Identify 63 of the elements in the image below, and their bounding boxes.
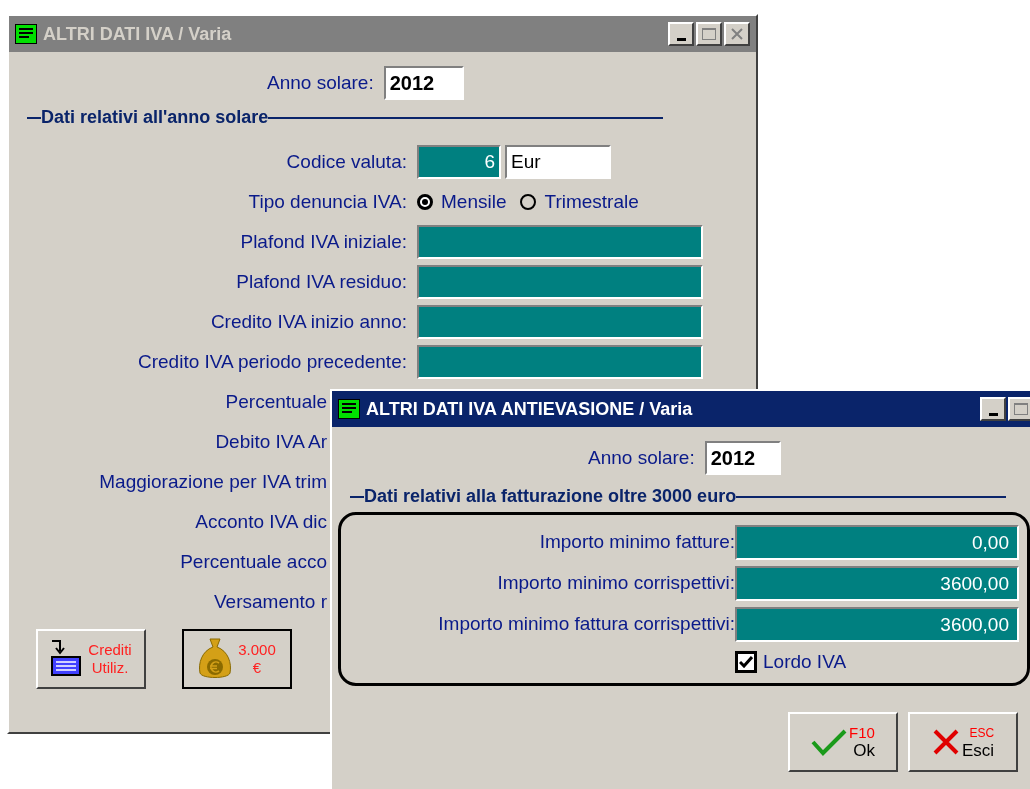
money-bag-icon xyxy=(198,637,233,681)
form-icon xyxy=(15,24,37,44)
section-heading: Dati relativi alla fatturazione oltre 3000 euro xyxy=(364,485,737,508)
minimize-button[interactable] xyxy=(980,397,1006,421)
amount-field[interactable]: 3600,00 xyxy=(735,607,1019,642)
field-label: Credito IVA inizio anno: xyxy=(209,309,407,334)
checkbox-option[interactable]: Lordo IVA xyxy=(735,648,1027,677)
maximize-icon xyxy=(1014,403,1028,415)
minimize-button[interactable] xyxy=(668,22,694,46)
amount-field[interactable] xyxy=(417,305,703,339)
window-title: ALTRI DATI IVA / Varia xyxy=(43,22,232,46)
button-label: Crediti Utiliz. xyxy=(88,641,132,677)
field-label: Importo minimo fatture: xyxy=(538,530,735,555)
year-label: Anno solare: xyxy=(588,445,695,470)
amount-field[interactable]: 3600,00 xyxy=(735,566,1019,601)
minimize-icon xyxy=(676,38,686,41)
field-label: Maggiorazione per IVA trim xyxy=(98,469,327,494)
close-button[interactable] xyxy=(724,22,750,46)
check-icon xyxy=(739,656,753,669)
button-label: Ok xyxy=(853,741,875,760)
amount-field[interactable] xyxy=(417,345,703,379)
field-label: Percentuale acco xyxy=(179,549,327,574)
checkbox[interactable] xyxy=(735,651,757,674)
year-field[interactable]: 2012 xyxy=(383,66,464,100)
shortcut-key: F10 xyxy=(849,723,875,742)
section-heading: Dati relativi all'anno solare xyxy=(41,106,269,129)
amount-field[interactable] xyxy=(417,225,703,259)
radio-option[interactable]: Trimestrale xyxy=(520,187,639,217)
maximize-icon xyxy=(702,28,716,40)
field-label: Tipo denuncia IVA: xyxy=(247,189,407,214)
year-label: Anno solare: xyxy=(267,70,374,95)
amount-field[interactable]: 0,00 xyxy=(735,525,1019,560)
checkmark-icon xyxy=(811,727,848,756)
radio-button[interactable] xyxy=(520,194,537,210)
currency-code-field[interactable]: 6 xyxy=(417,145,501,179)
field-label: Importo minimo corrispettivi: xyxy=(496,571,735,596)
maximize-button[interactable] xyxy=(1008,397,1030,421)
field-label: Importo minimo fattura corrispettivi: xyxy=(437,612,735,637)
cross-icon xyxy=(931,727,960,756)
list-arrow-icon xyxy=(50,639,83,679)
exit-button[interactable]: ESC Esci xyxy=(908,711,1018,772)
button-label: 3.000 € xyxy=(238,641,276,677)
window-title: ALTRI DATI IVA ANTIEVASIONE / Varia xyxy=(366,397,693,421)
radio-button[interactable] xyxy=(417,194,433,210)
close-icon xyxy=(731,28,743,40)
maximize-button[interactable] xyxy=(696,22,722,46)
field-label: Percentuale xyxy=(224,389,327,414)
field-label: Codice valuta: xyxy=(285,149,407,174)
field-label: Debito IVA Ar xyxy=(214,429,327,454)
year-field[interactable]: 2012 xyxy=(704,441,781,475)
field-label: Plafond IVA iniziale: xyxy=(239,229,407,254)
amount-field[interactable] xyxy=(417,265,703,299)
field-label: Acconto IVA dic xyxy=(194,509,327,534)
minimize-icon xyxy=(988,413,998,416)
form-icon xyxy=(338,399,360,419)
field-label: Plafond IVA residuo: xyxy=(235,269,407,294)
ok-button[interactable]: F10 Ok xyxy=(788,711,898,772)
field-label: Versamento r xyxy=(213,589,327,614)
currency-name-field[interactable]: Eur xyxy=(505,145,611,179)
radio-option[interactable]: Mensile xyxy=(417,187,507,217)
shortcut-key: ESC xyxy=(969,723,995,742)
button-label: Esci xyxy=(961,741,995,760)
field-label: Credito IVA periodo precedente: xyxy=(137,349,407,374)
